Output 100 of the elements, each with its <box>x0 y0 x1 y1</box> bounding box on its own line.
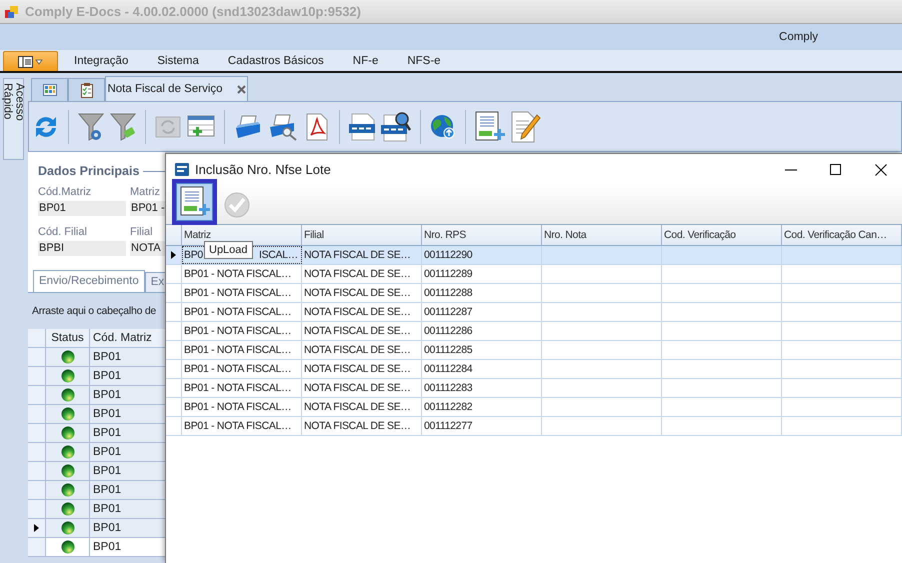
xml-search-icon <box>381 112 411 142</box>
group-hint: Arraste aqui o cabeçalho de <box>32 305 156 317</box>
panel-icon <box>18 56 44 68</box>
window-title: Comply E-Docs - 4.00.02.0000 (snd13023daw10p:9532) <box>25 4 361 19</box>
cell-text: BP0 <box>184 249 203 261</box>
table-cell: BP01 - NOTA FISCAL… <box>182 360 302 378</box>
table-cell: 001112287 <box>422 303 542 321</box>
column-header[interactable]: Cod. Verificação <box>662 225 782 245</box>
status-ball-icon <box>60 502 74 516</box>
app-icon <box>5 4 19 18</box>
status-ball-icon <box>60 521 74 535</box>
user-label: Comply <box>779 31 818 43</box>
filter-eraser-icon <box>110 112 136 142</box>
globe-icon <box>430 114 456 140</box>
row-header[interactable] <box>28 519 46 537</box>
toolbar-button[interactable] <box>304 112 330 140</box>
row-indicator-icon <box>171 251 176 259</box>
field-label: Matriz <box>130 186 161 198</box>
table-cell: 001112290 <box>422 246 542 264</box>
section-tab[interactable]: Ex <box>144 272 165 292</box>
table-cell: 001112277 <box>422 417 542 435</box>
status-ball-icon <box>60 483 74 497</box>
input-field[interactable]: BP01 - <box>130 201 165 216</box>
xml-file-icon <box>349 112 375 140</box>
tab-label: Nota Fiscal de Serviço <box>107 83 223 95</box>
row-indicator-icon <box>34 524 39 532</box>
field-label: Cód.Matriz <box>38 186 92 198</box>
table-cell: 001112289 <box>422 265 542 283</box>
check-icon <box>224 192 250 218</box>
table-cell: BP01 - NOTA FISCAL… <box>182 379 302 397</box>
table-cell: 001112283 <box>422 379 542 397</box>
close-icon[interactable] <box>875 164 887 176</box>
status-ball-icon <box>60 540 74 554</box>
column-header[interactable]: Status <box>46 329 90 347</box>
document-tab[interactable]: Nota Fiscal de Serviço <box>105 76 248 101</box>
app-menu-button[interactable] <box>3 51 58 71</box>
table-cell: NOTA FISCAL DE SE… <box>302 379 422 397</box>
document-add-icon <box>180 186 210 218</box>
document-add-icon <box>475 110 505 142</box>
column-header[interactable]: Nro. RPS <box>422 225 542 245</box>
table-cell: NOTA FISCAL DE SE… <box>302 341 422 359</box>
table-cell: BP01 - NOTA FISCAL… <box>182 265 302 283</box>
status-ball-icon <box>60 407 74 421</box>
table-cell: BP01 - NOTA FISCAL… <box>182 398 302 416</box>
toolbar-button[interactable] <box>475 110 505 142</box>
toolbar-button[interactable] <box>172 179 217 225</box>
column-header[interactable]: Nro. Nota <box>542 225 662 245</box>
cell-text: ISCAL… <box>258 249 298 261</box>
toolbar-button[interactable] <box>511 110 541 142</box>
toolbar-button[interactable] <box>381 112 411 142</box>
document-edit-icon <box>511 110 541 142</box>
status-ball-icon <box>60 388 74 402</box>
column-header[interactable]: Cod. Verificação Can… <box>782 225 902 245</box>
toolbar-button[interactable] <box>349 112 375 140</box>
menu-item[interactable]: Sistema <box>157 54 199 66</box>
filter-gear-icon <box>78 112 104 142</box>
side-panel-tab[interactable]: Acesso Rápido <box>3 78 24 160</box>
table-cell: BP01 - NOTA FISCAL… <box>182 303 302 321</box>
table-cell: NOTA FISCAL DE SE… <box>302 303 422 321</box>
table-cell: NOTA FISCAL DE SE… <box>302 246 422 264</box>
maximize-icon[interactable] <box>830 164 842 176</box>
table-cell: 001112286 <box>422 322 542 340</box>
sync-document-icon <box>155 114 181 140</box>
input-field[interactable]: NOTA <box>130 241 165 256</box>
status-ball-icon <box>60 464 74 478</box>
table-cell: NOTA FISCAL DE SE… <box>302 322 422 340</box>
status-ball-icon <box>60 426 74 440</box>
table-cell: BP01 - NOTA FISCAL… <box>182 284 302 302</box>
table-cell: 001112282 <box>422 398 542 416</box>
document-tab[interactable] <box>68 78 105 101</box>
table-cell: BP01 - NOTA FISCAL… <box>182 417 302 435</box>
table-cell: BP01 - NOTA FISCAL… <box>182 341 302 359</box>
tooltip: UpLoad <box>204 241 253 259</box>
status-ball-icon <box>60 369 74 383</box>
input-field[interactable]: BPBI <box>38 241 126 256</box>
printer-icon <box>234 114 262 140</box>
menu-item[interactable]: NF-e <box>352 54 378 66</box>
table-cell: BP01 - NOTA FISCAL… <box>182 322 302 340</box>
table-cell: NOTA FISCAL DE SE… <box>302 417 422 435</box>
document-tab[interactable] <box>31 78 68 101</box>
status-ball-icon <box>60 350 74 364</box>
input-field[interactable]: BP01 <box>38 201 126 216</box>
table-cell: NOTA FISCAL DE SE… <box>302 265 422 283</box>
section-title: Dados Principais <box>38 164 140 178</box>
field-label: Cód. Filial <box>38 226 88 238</box>
menu-item[interactable]: Integração <box>74 54 128 66</box>
table-cell: NOTA FISCAL DE SE… <box>302 398 422 416</box>
dialog-title: Inclusão Nro. Nfse Lote <box>195 162 331 177</box>
table-cell: 001112288 <box>422 284 542 302</box>
menu-item[interactable]: Cadastros Básicos <box>228 54 324 66</box>
pdf-icon <box>306 112 328 140</box>
print-preview-icon <box>268 112 298 140</box>
field-label: Filial <box>130 226 154 238</box>
clipboard-icon <box>80 82 92 98</box>
section-tab[interactable]: Envio/Recebimento <box>33 270 145 292</box>
menu-item[interactable]: NFS-e <box>407 54 441 66</box>
grid-icon <box>42 84 56 96</box>
column-header[interactable]: Filial <box>302 225 422 245</box>
table-cell: NOTA FISCAL DE SE… <box>302 284 422 302</box>
status-ball-icon <box>60 445 74 459</box>
